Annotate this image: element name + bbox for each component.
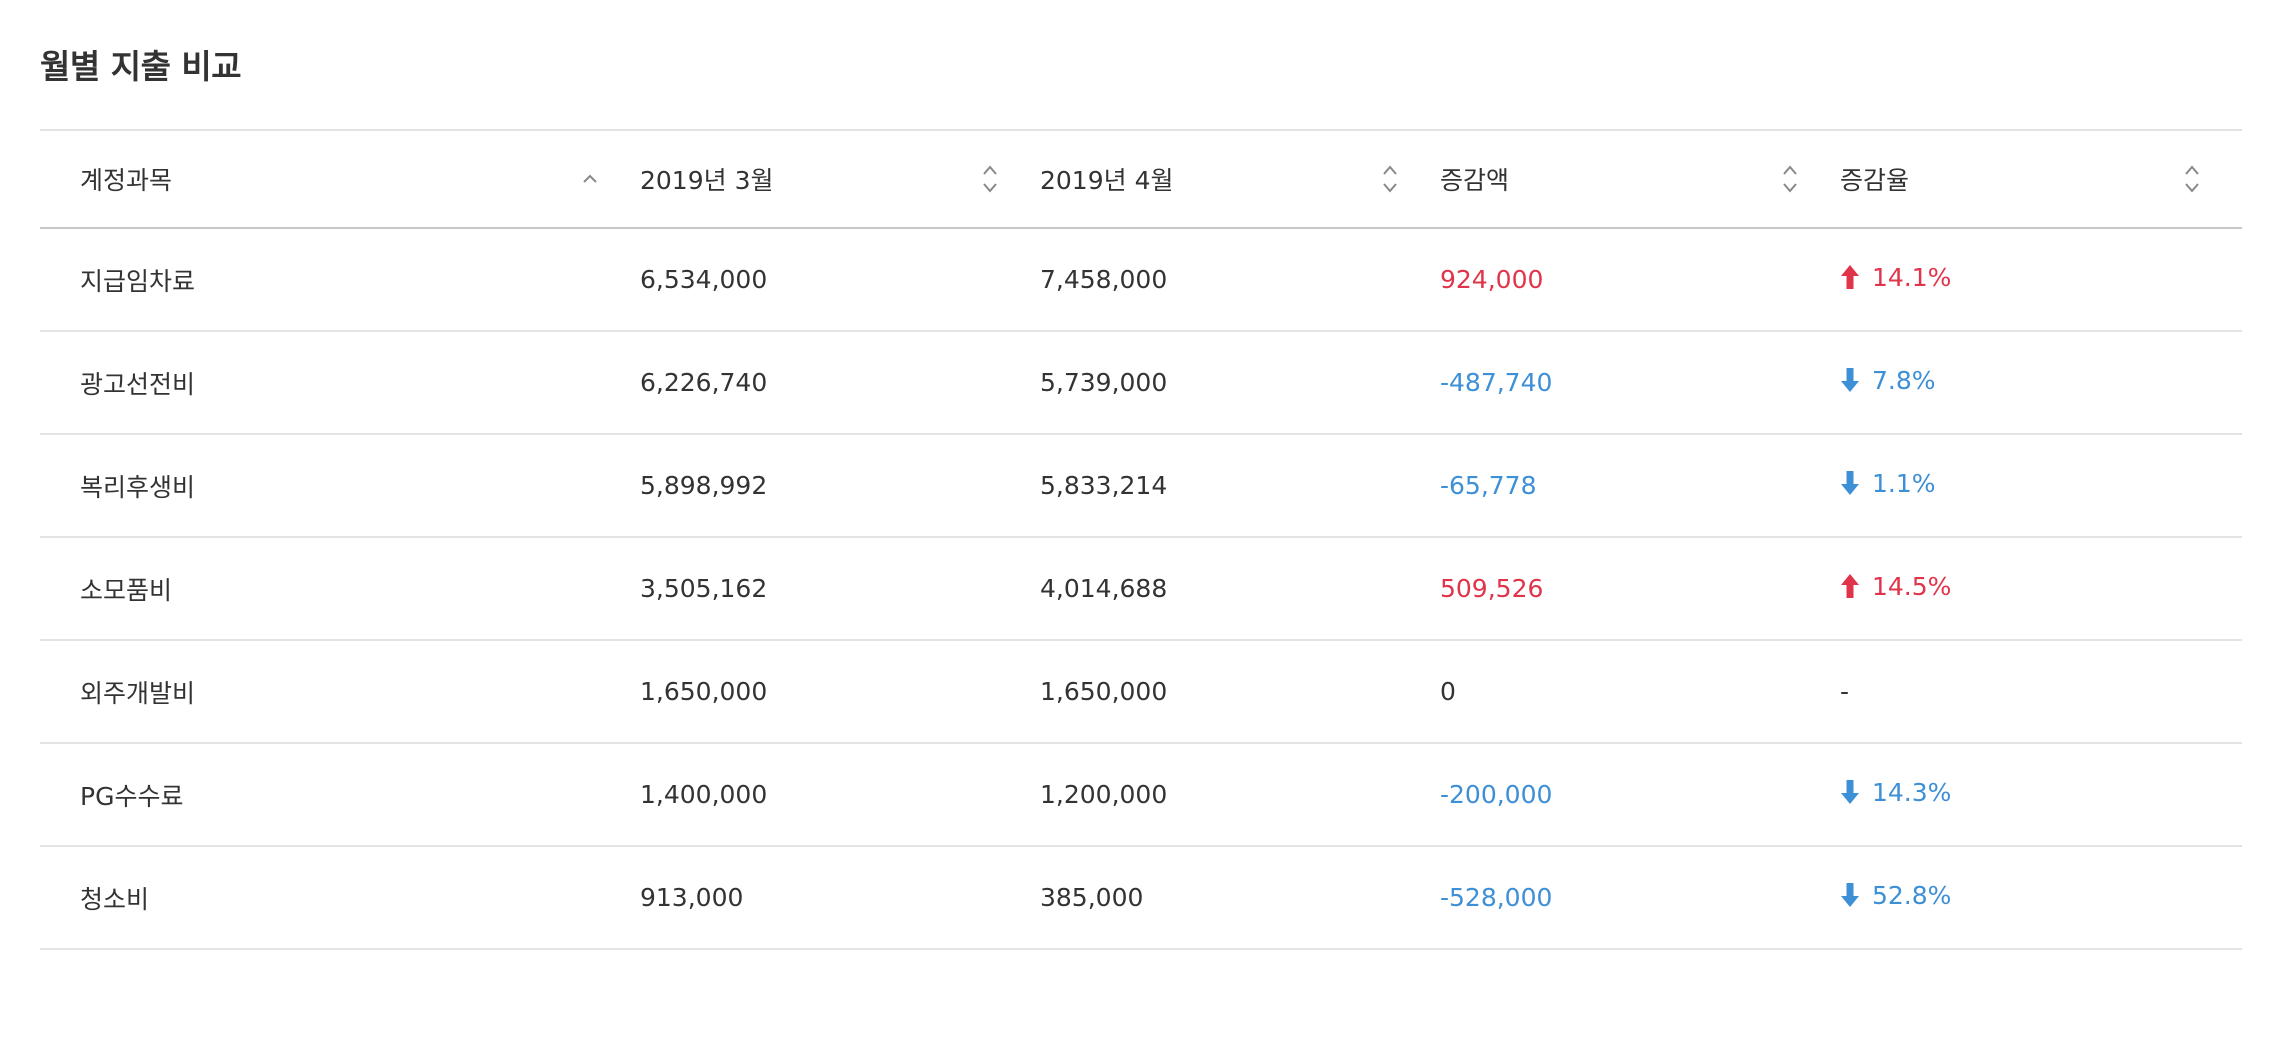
- rate-text: -: [1840, 677, 1850, 706]
- arrow-down-icon: [1840, 882, 1860, 908]
- cell-account: PG수수료: [40, 743, 640, 847]
- table-row[interactable]: 외주개발비 1,650,000 1,650,000 0-: [40, 640, 2242, 744]
- cell-april: 7,458,000: [1040, 228, 1440, 332]
- chevron-up-icon[interactable]: [580, 162, 600, 196]
- sort-icon[interactable]: [2182, 162, 2202, 196]
- cell-change: -200,000: [1440, 743, 1840, 847]
- cell-april: 1,650,000: [1040, 640, 1440, 744]
- sort-icon[interactable]: [1780, 162, 1800, 196]
- table-row[interactable]: 청소비 913,000 385,000 -528,000 52.8%: [40, 846, 2242, 950]
- cell-rate: 7.8%: [1840, 331, 2242, 435]
- arrow-up-icon: [1840, 573, 1860, 599]
- rate-value: 14.1%: [1840, 263, 1951, 292]
- rate-text: 7.8%: [1872, 365, 1936, 395]
- cell-rate: 14.3%: [1840, 743, 2242, 847]
- rate-text: 1.1%: [1872, 468, 1936, 498]
- rate-value: 14.3%: [1840, 778, 1951, 807]
- cell-march: 6,534,000: [640, 228, 1040, 332]
- rate-text: 14.5%: [1872, 571, 1952, 601]
- column-header-account[interactable]: 계정과목: [40, 130, 640, 229]
- column-header-april[interactable]: 2019년 4월: [1040, 130, 1440, 229]
- cell-march: 6,226,740: [640, 331, 1040, 435]
- cell-account: 외주개발비: [40, 640, 640, 744]
- cell-account: 지급임차료: [40, 228, 640, 332]
- sort-icon[interactable]: [1380, 162, 1400, 196]
- column-header-label: 2019년 3월: [640, 166, 774, 195]
- cell-account: 소모품비: [40, 537, 640, 641]
- column-header-rate[interactable]: 증감율: [1840, 130, 2242, 229]
- cell-change: 924,000: [1440, 228, 1840, 332]
- cell-march: 3,505,162: [640, 537, 1040, 641]
- column-header-change[interactable]: 증감액: [1440, 130, 1840, 229]
- cell-april: 385,000: [1040, 846, 1440, 950]
- cell-march: 913,000: [640, 846, 1040, 950]
- arrow-down-icon: [1840, 779, 1860, 805]
- column-header-march[interactable]: 2019년 3월: [640, 130, 1040, 229]
- sort-icon[interactable]: [980, 162, 1000, 196]
- cell-account: 광고선전비: [40, 331, 640, 435]
- cell-change: 509,526: [1440, 537, 1840, 641]
- table-row[interactable]: 복리후생비 5,898,992 5,833,214 -65,778 1.1%: [40, 434, 2242, 538]
- cell-change: -528,000: [1440, 846, 1840, 950]
- cell-change: 0: [1440, 640, 1840, 744]
- cell-march: 1,650,000: [640, 640, 1040, 744]
- cell-rate: 14.1%: [1840, 228, 2242, 332]
- rate-text: 14.1%: [1872, 262, 1952, 292]
- cell-march: 1,400,000: [640, 743, 1040, 847]
- cell-change: -65,778: [1440, 434, 1840, 538]
- cell-account: 청소비: [40, 846, 640, 950]
- rate-value: 1.1%: [1840, 469, 1936, 498]
- table-row[interactable]: 소모품비 3,505,162 4,014,688 509,526 14.5%: [40, 537, 2242, 641]
- cell-april: 5,739,000: [1040, 331, 1440, 435]
- column-header-label: 계정과목: [80, 166, 173, 195]
- rate-value: 7.8%: [1840, 366, 1936, 395]
- table-row[interactable]: 광고선전비 6,226,740 5,739,000 -487,740 7.8%: [40, 331, 2242, 435]
- rate-text: 52.8%: [1872, 880, 1952, 910]
- header-row: 계정과목 2019년 3월 2019년 4월 증감액 증감율: [40, 130, 2242, 229]
- table-body: 지급임차료 6,534,000 7,458,000 924,000 14.1% 광고선전비…: [40, 228, 2242, 950]
- cell-april: 4,014,688: [1040, 537, 1440, 641]
- rate-value: 14.5%: [1840, 572, 1951, 601]
- column-header-label: 2019년 4월: [1040, 166, 1174, 195]
- column-header-label: 증감액: [1440, 166, 1510, 195]
- table-row[interactable]: 지급임차료 6,534,000 7,458,000 924,000 14.1%: [40, 228, 2242, 332]
- rate-value: 52.8%: [1840, 881, 1951, 910]
- table-row[interactable]: PG수수료 1,400,000 1,200,000 -200,000 14.3%: [40, 743, 2242, 847]
- arrow-down-icon: [1840, 367, 1860, 393]
- expense-comparison-page: 월별 지출 비교 계정과목 2019년 3월 2019년 4월 증감액 증감율 …: [0, 0, 2280, 1038]
- column-header-label: 증감율: [1840, 166, 1910, 195]
- cell-march: 5,898,992: [640, 434, 1040, 538]
- cell-rate: 1.1%: [1840, 434, 2242, 538]
- cell-account: 복리후생비: [40, 434, 640, 538]
- arrow-up-icon: [1840, 264, 1860, 290]
- table-header: 계정과목 2019년 3월 2019년 4월 증감액 증감율: [40, 130, 2242, 229]
- rate-text: 14.3%: [1872, 777, 1952, 807]
- cell-rate: 52.8%: [1840, 846, 2242, 950]
- page-title: 월별 지출 비교: [40, 47, 242, 86]
- arrow-down-icon: [1840, 470, 1860, 496]
- cell-rate: -: [1840, 640, 2242, 744]
- cell-rate: 14.5%: [1840, 537, 2242, 641]
- cell-change: -487,740: [1440, 331, 1840, 435]
- expense-table: 계정과목 2019년 3월 2019년 4월 증감액 증감율 지급임차료 6,5…: [40, 129, 2242, 950]
- cell-april: 1,200,000: [1040, 743, 1440, 847]
- cell-april: 5,833,214: [1040, 434, 1440, 538]
